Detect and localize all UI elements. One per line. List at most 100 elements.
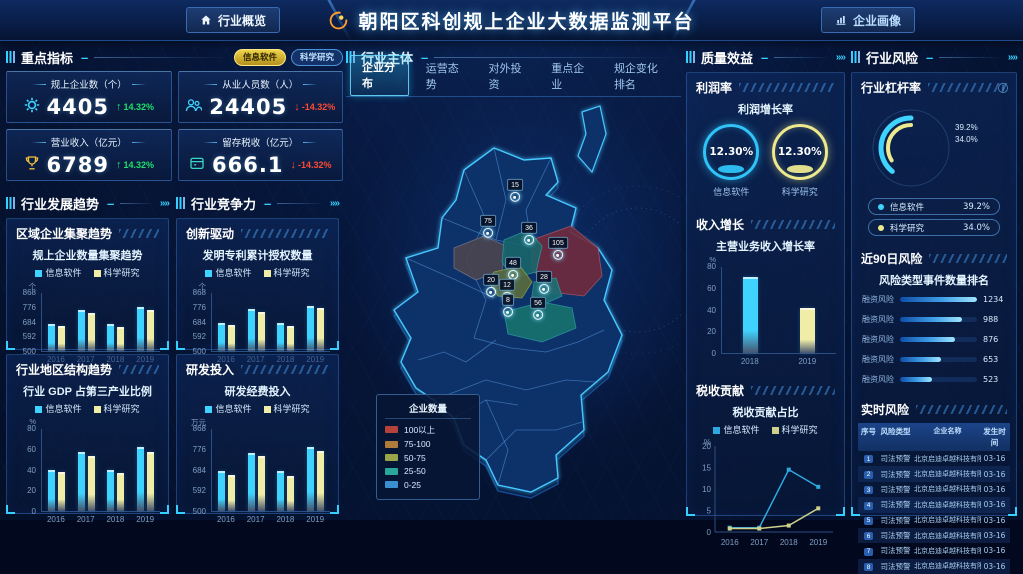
trophy-icon xyxy=(24,155,40,176)
rnd-card: 研发投入 研发经费投入信息软件科学研究万元8687766845925002016… xyxy=(176,354,339,514)
kpi-card-body: 6789↑14.32% xyxy=(7,150,171,180)
map-marker-15[interactable]: 15 xyxy=(507,179,523,202)
table-row[interactable]: 2司法预警北京启迪卓越科技有限公司03-16 xyxy=(858,466,1010,481)
competitive-more-button[interactable]: »» xyxy=(330,198,339,209)
svg-text:2019: 2019 xyxy=(809,538,827,547)
seq-badge: 1 xyxy=(864,455,874,463)
kpi-card-delta: ↓-14.32% xyxy=(290,159,331,171)
map-marker-75[interactable]: 75 xyxy=(480,215,496,238)
marker-count: 12 xyxy=(499,279,515,291)
map-marker-105[interactable]: 105 xyxy=(548,237,568,260)
map-legend-item: 25-50 xyxy=(385,466,471,476)
marker-count: 8 xyxy=(502,294,514,306)
nav-enterprise-portrait-button[interactable]: 企业画像 xyxy=(821,7,915,33)
risk-rank-row: 融资风险523 xyxy=(852,369,1016,389)
bar-group-2018 xyxy=(107,470,124,511)
income-growth-chart: 主营业务收入增长率%80604020020182019 xyxy=(687,235,844,366)
bar xyxy=(218,471,225,511)
risk-rank-row: 融资风险876 xyxy=(852,329,1016,349)
svg-text:0: 0 xyxy=(706,528,711,537)
gdp-share-chart: 行业 GDP 占第三产业比例信息软件科学研究%80604020020162017… xyxy=(7,380,168,524)
marker-count: 56 xyxy=(530,297,546,309)
table-row[interactable]: 8司法预警北京启迪卓越科技有限公司03-16 xyxy=(858,559,1010,574)
tax-section-title: 税收贡献 xyxy=(696,382,744,399)
section-bars-icon xyxy=(851,51,860,63)
seq-badge: 6 xyxy=(864,532,874,540)
kpi-card-1: 从业人员数（人）24405↓-14.32% xyxy=(178,71,344,123)
bar xyxy=(58,326,65,351)
bar xyxy=(58,472,65,511)
map-marker-20[interactable]: 20 xyxy=(483,274,499,297)
pin-icon xyxy=(533,310,543,320)
kpi-card-delta: ↑14.32% xyxy=(116,101,154,113)
bar xyxy=(228,325,235,351)
svg-text:34.0%: 34.0% xyxy=(955,135,978,144)
risk-rank-row: 融资风险1234 xyxy=(852,289,1016,309)
bar-group-2019 xyxy=(137,447,154,511)
competitive-panel-title: 行业竞争力 xyxy=(191,194,256,213)
industry-filter-badges: 信息软件科学研究 xyxy=(234,49,343,66)
page-title: 朝阳区科创规上企业大数据监测平台 xyxy=(358,7,694,34)
section-bars-icon xyxy=(686,51,695,63)
seq-badge: 3 xyxy=(864,486,874,494)
table-row[interactable]: 4司法预警北京启迪卓越科技有限公司03-16 xyxy=(858,497,1010,512)
main-panel: 行业主体 – 企业分布运营态势对外投资重点企业规企变化排名 xyxy=(346,48,681,514)
profit-gauge-science: 12.30% xyxy=(772,124,828,180)
top-header: 行业概览 朝阳区科创规上企业大数据监测平台 企业画像 xyxy=(0,0,1023,41)
bar xyxy=(307,447,314,511)
quality-more-button[interactable]: »» xyxy=(836,52,845,63)
kpi-card-title: 留存税收（亿元） xyxy=(179,130,343,150)
kpi-card-3: 留存税收（亿元）666.1↓-14.32% xyxy=(178,129,344,181)
seq-badge: 4 xyxy=(864,502,874,510)
filter-badge-信息软件[interactable]: 信息软件 xyxy=(234,49,286,66)
profit-gauge-info-label: 信息软件 xyxy=(713,185,749,198)
quality-card: 利润率 利润增长率 12.30% 信息软件 12.30% 科学研究 收入增长 主… xyxy=(686,72,845,516)
kpi-panel: 重点指标 – 信息软件科学研究 规上企业数（个）4405↑14.32%从业人员数… xyxy=(6,48,343,190)
tab-规企变化排名[interactable]: 规企变化排名 xyxy=(603,57,677,96)
legend-swatch xyxy=(385,441,398,448)
marker-count: 15 xyxy=(507,179,523,191)
legend-swatch xyxy=(385,426,398,433)
bar-group-2019 xyxy=(800,308,815,353)
map-marker-28[interactable]: 28 xyxy=(536,271,552,294)
leverage-pill-信息软件: 信息软件39.2% xyxy=(868,198,1000,215)
table-row[interactable]: 7司法预警北京启迪卓越科技有限公司03-16 xyxy=(858,543,1010,558)
table-row[interactable]: 6司法预警北京启迪卓越科技有限公司03-16 xyxy=(858,528,1010,543)
kpi-card-delta: ↓-14.32% xyxy=(294,101,335,113)
table-row[interactable]: 3司法预警北京启迪卓越科技有限公司03-16 xyxy=(858,482,1010,497)
map-marker-36[interactable]: 36 xyxy=(521,222,537,245)
seq-badge: 8 xyxy=(864,563,874,571)
pin-icon xyxy=(539,284,549,294)
table-row[interactable]: 1司法预警北京启迪卓越科技有限公司03-16 xyxy=(858,451,1010,466)
table-row[interactable]: 5司法预警北京启迪卓越科技有限公司03-16 xyxy=(858,513,1010,528)
bar-chart-icon xyxy=(835,14,847,26)
map-legend: 企业数量 100以上75-10050-7525-500-25 xyxy=(376,394,480,501)
map-marker-56[interactable]: 56 xyxy=(530,297,546,320)
bar xyxy=(107,470,114,511)
map-legend-title: 企业数量 xyxy=(385,401,471,419)
tab-重点企业[interactable]: 重点企业 xyxy=(540,57,597,96)
bar xyxy=(317,451,324,511)
info-icon[interactable]: ⓘ xyxy=(998,80,1008,95)
risk-more-button[interactable]: »» xyxy=(1008,52,1017,63)
profit-section-title: 利润率 xyxy=(696,79,732,96)
pin-icon xyxy=(486,287,496,297)
trend-more-button[interactable]: »» xyxy=(160,198,169,209)
map-marker-8[interactable]: 8 xyxy=(502,294,514,317)
seq-badge: 7 xyxy=(864,548,874,556)
tab-企业分布[interactable]: 企业分布 xyxy=(350,55,409,96)
tax-share-chart: 税收贡献占比信息软件科学研究%051015202016201720182019 xyxy=(687,401,844,550)
leverage-section-title: 行业杠杆率 xyxy=(861,79,921,96)
bar-group-2017 xyxy=(248,309,265,351)
tab-对外投资[interactable]: 对外投资 xyxy=(477,57,534,96)
map-marker-48[interactable]: 48 xyxy=(505,257,521,280)
realtime-section-title: 实时风险 xyxy=(861,401,909,418)
bar-group-2019 xyxy=(307,447,324,511)
tab-运营态势[interactable]: 运营态势 xyxy=(415,57,472,96)
profit-gauge-science-label: 科学研究 xyxy=(782,185,818,198)
trend-panel-header: 行业发展趋势 – »» xyxy=(6,194,169,212)
bar xyxy=(78,452,85,511)
filter-badge-科学研究[interactable]: 科学研究 xyxy=(291,49,343,66)
bar-group-2016 xyxy=(48,324,65,351)
pin-icon xyxy=(510,192,520,202)
